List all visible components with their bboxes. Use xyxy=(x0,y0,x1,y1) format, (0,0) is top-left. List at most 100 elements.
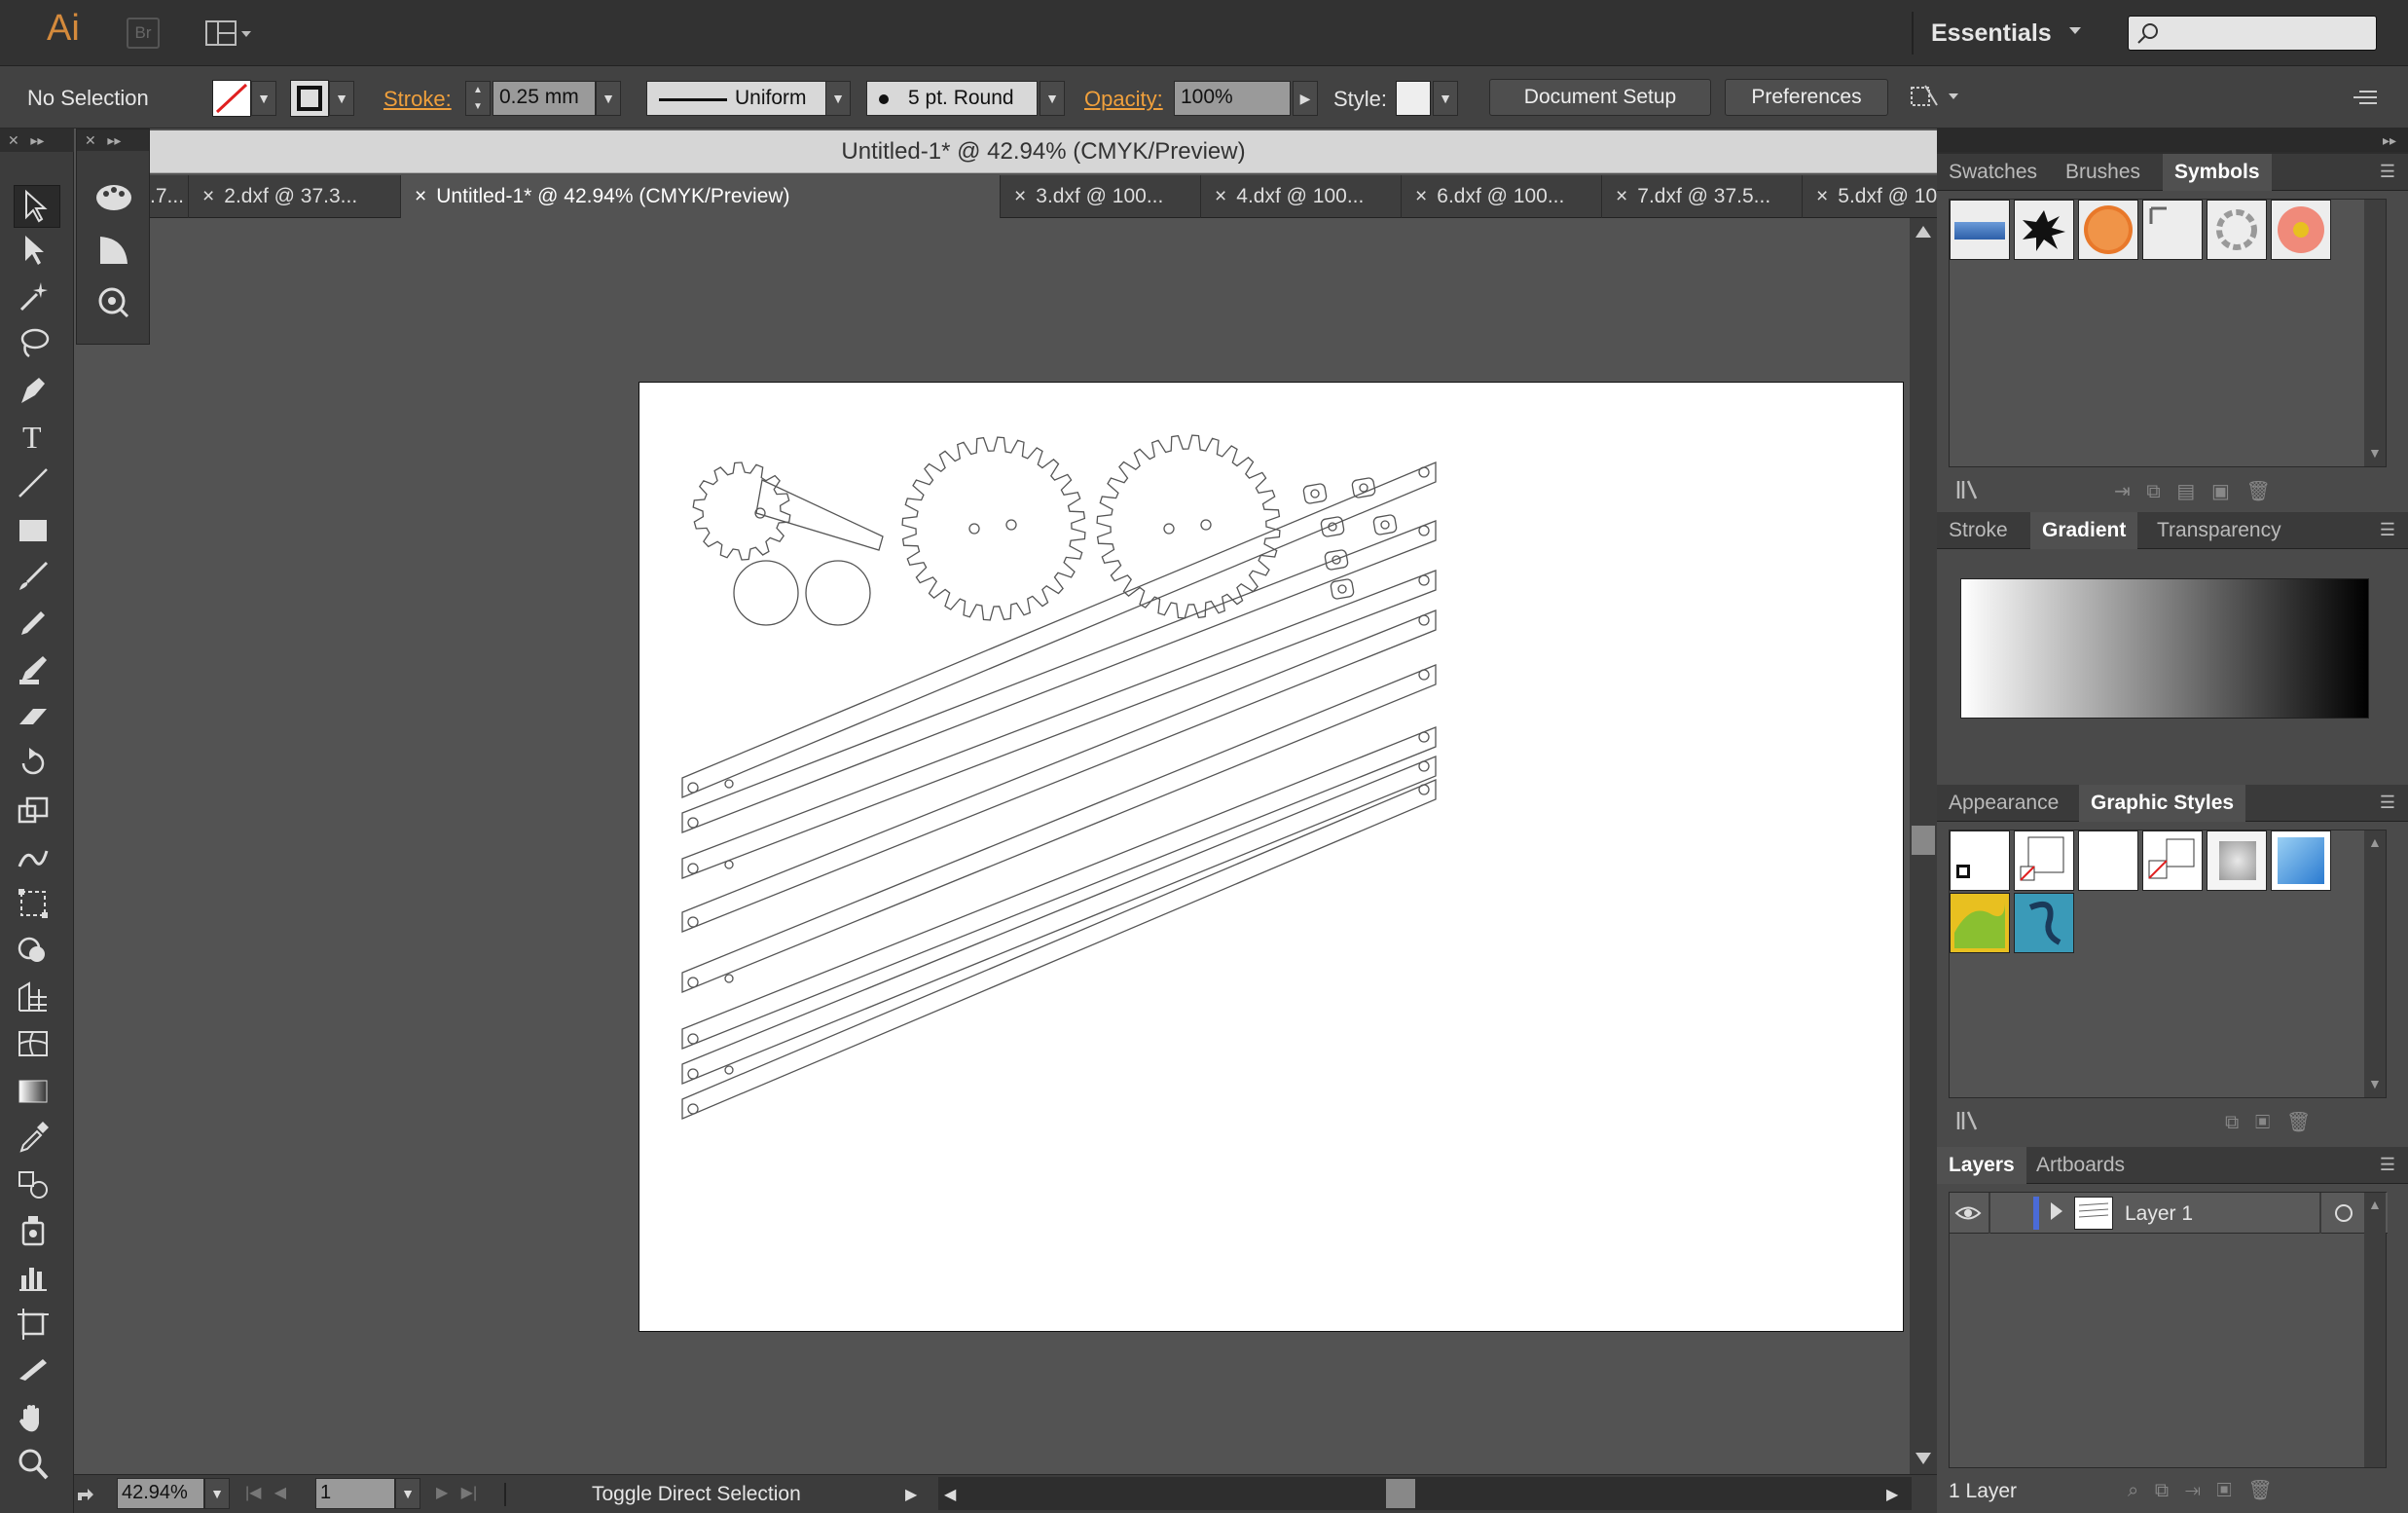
paintbrush-tool[interactable] xyxy=(14,557,60,600)
scroll-down-icon[interactable] xyxy=(1915,1453,1931,1464)
perspective-grid-tool[interactable] xyxy=(14,978,60,1020)
strip-hole[interactable] xyxy=(687,782,699,793)
tab-document[interactable]: .7... xyxy=(150,175,189,218)
style-yellow-green[interactable] xyxy=(1950,893,2010,953)
preferences-button[interactable]: Preferences xyxy=(1725,79,1888,116)
artboard[interactable] xyxy=(638,382,1904,1332)
stroke-stepper[interactable]: ▲ ▼ xyxy=(465,81,491,116)
styles-scrollbar[interactable]: ▲ ▼ xyxy=(2364,830,2386,1097)
stroke-weight-dropdown[interactable]: ▼ xyxy=(596,81,621,116)
artboard-tool[interactable] xyxy=(14,1305,60,1347)
vertical-scrollbar[interactable] xyxy=(1910,218,1937,1474)
opacity-label[interactable]: Opacity: xyxy=(1084,87,1163,112)
zoom-dropdown[interactable]: ▼ xyxy=(204,1478,230,1509)
symbol-sprayer-tool[interactable] xyxy=(14,1211,60,1254)
gear-hole[interactable] xyxy=(1200,519,1212,531)
link-hole[interactable] xyxy=(1310,489,1320,498)
expand-triangle-icon[interactable] xyxy=(2051,1202,2062,1220)
profile-dropdown[interactable]: ▼ xyxy=(825,81,851,116)
panel-menu-icon[interactable]: ☰ xyxy=(2375,162,2400,181)
horizontal-scrollbar[interactable]: ◀ ▶ xyxy=(938,1477,1912,1510)
tab-document[interactable]: × 4.dxf @ 100... xyxy=(1201,175,1402,218)
connecting-strip[interactable] xyxy=(681,461,1437,798)
connecting-strip[interactable] xyxy=(681,520,1437,833)
scroll-right-icon[interactable]: ▶ xyxy=(1886,1485,1898,1504)
close-icon[interactable]: × xyxy=(202,185,214,207)
connecting-strip[interactable] xyxy=(681,756,1437,1085)
gradient-preview[interactable] xyxy=(1960,578,2369,719)
symbol-dotted-corner[interactable] xyxy=(2142,200,2203,260)
document-setup-button[interactable]: Document Setup xyxy=(1489,79,1711,116)
live-paint-selection-icon[interactable] xyxy=(92,281,135,320)
share-icon[interactable] xyxy=(74,1481,97,1506)
strip-hole[interactable] xyxy=(687,817,699,829)
blob-brush-tool[interactable] xyxy=(14,650,60,693)
lasso-tool[interactable] xyxy=(14,323,60,366)
strip-hole[interactable] xyxy=(1418,525,1430,536)
direct-selection-tool[interactable] xyxy=(14,230,60,273)
strip-hole[interactable] xyxy=(1418,669,1430,681)
style-dropdown[interactable]: ▼ xyxy=(1433,81,1458,116)
zoom-tool[interactable] xyxy=(14,1445,60,1488)
tab-appearance[interactable]: Appearance xyxy=(1937,785,2070,822)
strip-hole[interactable] xyxy=(1418,784,1430,795)
zoom-input[interactable]: 42.94% xyxy=(117,1478,204,1509)
graphic-style-libraries-icon[interactable] xyxy=(1954,1108,1993,1135)
tab-document[interactable]: × 6.dxf @ 100... xyxy=(1402,175,1602,218)
tab-swatches[interactable]: Swatches xyxy=(1937,154,2049,191)
strip-hole[interactable] xyxy=(687,1033,699,1045)
symbols-scrollbar[interactable]: ▼ xyxy=(2364,200,2386,466)
rotate-tool[interactable] xyxy=(14,744,60,787)
strip-hole[interactable] xyxy=(724,1065,734,1075)
tab-transparency[interactable]: Transparency xyxy=(2145,512,2293,549)
small-link[interactable] xyxy=(1372,514,1398,535)
fill-dropdown[interactable]: ▼ xyxy=(251,81,276,116)
floating-panel-header[interactable]: ✕ ▸▸ xyxy=(77,129,149,151)
layer-row[interactable]: Layer 1 xyxy=(1950,1193,2388,1234)
close-icon[interactable]: × xyxy=(415,185,426,207)
strip-hole[interactable] xyxy=(1418,574,1430,586)
slice-tool[interactable] xyxy=(14,1351,60,1394)
symbol-orange-button[interactable] xyxy=(2078,200,2138,260)
style-drop-shadow[interactable] xyxy=(2207,830,2267,891)
tab-document[interactable]: × 2.dxf @ 37.3... xyxy=(189,175,401,218)
style-no-stroke[interactable] xyxy=(2142,830,2203,891)
mesh-tool[interactable] xyxy=(14,1024,60,1067)
artwork[interactable] xyxy=(639,383,1905,1333)
blend-tool[interactable] xyxy=(14,1164,60,1207)
close-icon[interactable]: × xyxy=(1215,185,1226,207)
style-blue-pattern[interactable] xyxy=(2014,893,2074,953)
last-artboard-icon[interactable]: ▶ ▶| xyxy=(436,1483,477,1502)
artboard-dropdown[interactable]: ▼ xyxy=(395,1478,420,1509)
workspace-switcher[interactable]: Essentials xyxy=(1931,19,2052,48)
strip-hole[interactable] xyxy=(687,1068,699,1080)
brush-definition[interactable]: 5 pt. Round xyxy=(866,81,1038,116)
search-field[interactable] xyxy=(2128,16,2377,51)
eraser-tool[interactable] xyxy=(14,697,60,740)
panel-menu-icon[interactable]: ☰ xyxy=(2375,1155,2400,1174)
opacity-slider-toggle[interactable]: ▶ xyxy=(1293,81,1318,116)
connecting-strip[interactable] xyxy=(681,570,1437,879)
dock-header[interactable]: ▸▸ xyxy=(1937,129,2408,152)
tools-panel-header[interactable]: ✕ ▸▸ xyxy=(0,129,74,152)
isolate-icon[interactable] xyxy=(1908,82,1966,113)
small-link[interactable] xyxy=(1320,516,1345,537)
strip-hole[interactable] xyxy=(724,974,734,983)
style-blue-gradient[interactable] xyxy=(2271,830,2331,891)
strip-hole[interactable] xyxy=(1418,466,1430,478)
layers-footer-icons[interactable]: ⌕ ⧉ ⇥ ▣ 🗑 xyxy=(2128,1478,2273,1505)
scroll-up-icon[interactable] xyxy=(1915,226,1931,238)
small-gear[interactable] xyxy=(692,461,791,561)
free-transform-tool[interactable] xyxy=(14,884,60,927)
artboard-number-input[interactable]: 1 xyxy=(315,1478,395,1509)
link-hole[interactable] xyxy=(1380,520,1390,530)
panel-menu-icon[interactable] xyxy=(2350,84,2381,111)
wheel[interactable] xyxy=(733,560,799,626)
stroke-swatch[interactable] xyxy=(290,80,329,117)
tab-document[interactable]: × 7.dxf @ 37.5... xyxy=(1602,175,1803,218)
gradient-sweep-icon[interactable] xyxy=(92,231,135,270)
close-icon[interactable]: × xyxy=(1816,185,1828,207)
tab-document[interactable]: × 3.dxf @ 100... xyxy=(1001,175,1201,218)
gear-hole[interactable] xyxy=(968,523,980,535)
wheel[interactable] xyxy=(805,560,871,626)
